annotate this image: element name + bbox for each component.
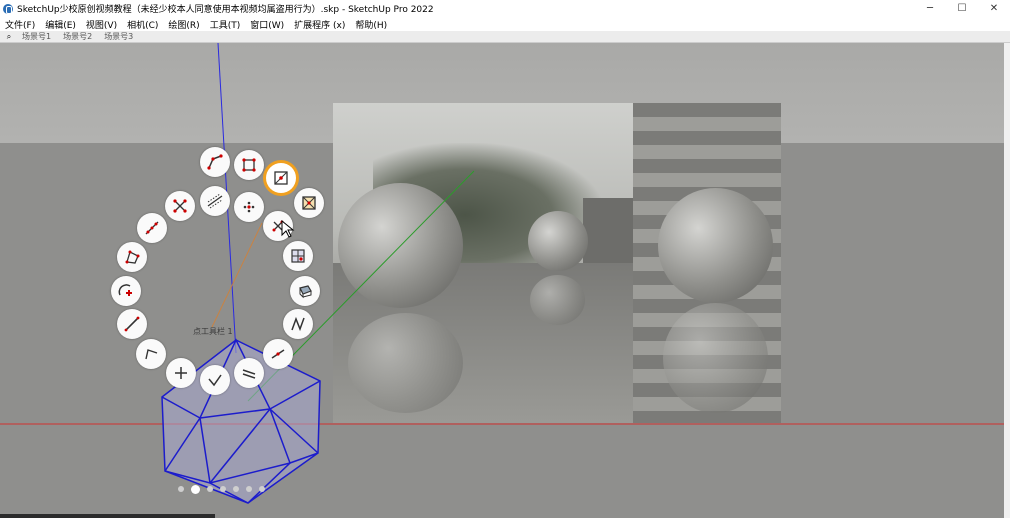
box-cross-icon: [302, 196, 316, 210]
scene-tab-2[interactable]: 场景号2: [57, 31, 98, 42]
window-title: SketchUp少校原创视频教程（未经少校本人同意使用本视频均属盗用行为）.sk…: [17, 5, 434, 15]
parallel-lines-icon: [242, 369, 256, 379]
menu-file[interactable]: 文件(F): [0, 18, 40, 31]
scene-tabs: ⌕ 场景号1 场景号2 场景号3: [0, 31, 1010, 43]
photo-match-tool-button[interactable]: [283, 241, 313, 271]
menu-draw[interactable]: 绘图(R): [163, 18, 204, 31]
page-dot-5[interactable]: [233, 486, 239, 492]
pie-page-indicator: [178, 485, 265, 494]
bounding-box-tool-button[interactable]: [266, 163, 296, 193]
close-button[interactable]: ✕: [978, 0, 1010, 17]
minimize-button[interactable]: ─: [914, 0, 946, 17]
polyline-tool-button[interactable]: [200, 147, 230, 177]
page-dot-2[interactable]: [191, 485, 200, 494]
page-dot-6[interactable]: [246, 486, 252, 492]
bracket-icon: [145, 349, 158, 360]
status-bar-fragment: [0, 514, 215, 518]
grid-points-tool-button[interactable]: [200, 186, 230, 216]
menu-tools[interactable]: 工具(T): [205, 18, 246, 31]
zigzag-tool-button[interactable]: [283, 309, 313, 339]
parallel-lines-tool-button[interactable]: [234, 358, 264, 388]
line-points-icon: [145, 221, 159, 235]
maximize-button[interactable]: ☐: [946, 0, 978, 17]
plus-tool-button[interactable]: [166, 358, 196, 388]
scatter-points-tool-button[interactable]: [165, 191, 195, 221]
polygon-points-tool-button[interactable]: [117, 242, 147, 272]
bracket-tool-button[interactable]: [136, 339, 166, 369]
bounding-box-icon: [274, 171, 288, 185]
mouse-cursor-icon: [281, 220, 295, 238]
window-controls: ─ ☐ ✕: [914, 0, 1010, 17]
box-3d-tool-button[interactable]: [290, 276, 320, 306]
offset-points-icon: [243, 201, 255, 213]
zigzag-icon: [291, 316, 305, 332]
page-dot-7[interactable]: [259, 486, 265, 492]
divide-line-icon: [271, 349, 285, 359]
arc-add-tool-button[interactable]: [111, 276, 141, 306]
scene-tab-3[interactable]: 场景号3: [98, 31, 139, 42]
line-icon: [124, 316, 140, 332]
offset-points-tool-button[interactable]: [234, 192, 264, 222]
right-panel-strip[interactable]: [1004, 43, 1010, 518]
diagonal-points-icon: [207, 193, 223, 209]
line-tool-button[interactable]: [117, 309, 147, 339]
menu-bar: 文件(F) 编辑(E) 视图(V) 相机(C) 绘图(R) 工具(T) 窗口(W…: [0, 17, 1010, 31]
menu-edit[interactable]: 编辑(E): [40, 18, 81, 31]
menu-camera[interactable]: 相机(C): [122, 18, 163, 31]
check-lines-icon: [208, 374, 222, 387]
plus-lines-icon: [175, 367, 187, 379]
model-viewport[interactable]: 点工具栏 1: [0, 43, 1004, 518]
pie-menu-label: 点工具栏 1: [193, 327, 233, 336]
scene-tab-1[interactable]: 场景号1: [16, 31, 57, 42]
menu-extensions[interactable]: 扩展程序 (x): [289, 18, 350, 31]
polyline-icon: [207, 154, 223, 170]
box-cross-tool-button[interactable]: [294, 188, 324, 218]
polygon-points-icon: [125, 250, 140, 264]
box-3d-icon: [299, 285, 312, 299]
page-dot-3[interactable]: [207, 486, 213, 492]
rectangle-points-tool-button[interactable]: [234, 150, 264, 180]
page-dot-1[interactable]: [178, 486, 184, 492]
model-geometry: [0, 43, 1004, 504]
rectangle-points-icon: [242, 158, 256, 172]
menu-help[interactable]: 帮助(H): [350, 18, 392, 31]
menu-view[interactable]: 视图(V): [81, 18, 122, 31]
arc-add-icon: [118, 284, 132, 296]
search-icon[interactable]: ⌕: [2, 32, 16, 42]
title-bar: SketchUp少校原创视频教程（未经少校本人同意使用本视频均属盗用行为）.sk…: [0, 0, 1010, 17]
photo-grid-icon: [291, 249, 305, 263]
inference-line: [211, 222, 263, 328]
sketchup-logo-icon: [3, 3, 13, 14]
line-points-tool-button[interactable]: [137, 213, 167, 243]
divide-line-tool-button[interactable]: [263, 339, 293, 369]
scatter-points-icon: [173, 199, 187, 213]
check-tool-button[interactable]: [200, 365, 230, 395]
page-dot-4[interactable]: [220, 486, 226, 492]
menu-window[interactable]: 窗口(W): [245, 18, 289, 31]
